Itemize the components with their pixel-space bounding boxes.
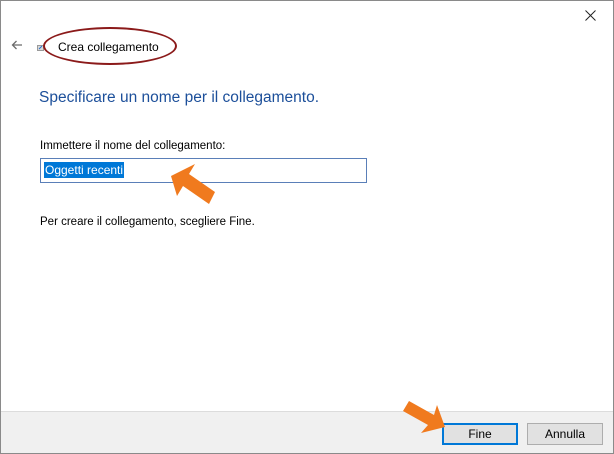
back-arrow-icon [11,40,22,50]
back-button[interactable] [7,35,27,55]
shortcut-name-label: Immettere il nome del collegamento: [40,140,226,152]
shortcut-icon [37,45,44,51]
dialog-footer: Fine Annulla [1,411,613,453]
orange-pointer-arrow-icon [171,164,215,204]
cancel-button[interactable]: Annulla [527,423,603,445]
create-shortcut-dialog: Crea collegamento Specificare un nome pe… [0,0,614,454]
instruction-text: Per creare il collegamento, scegliere Fi… [40,216,255,228]
close-icon [584,9,596,21]
shortcut-name-value: Oggetti recenti [44,162,125,178]
dialog-title: Crea collegamento [58,40,159,54]
finish-button[interactable]: Fine [442,423,518,445]
orange-pointer-arrow-icon [403,401,445,433]
page-heading: Specificare un nome per il collegamento. [39,89,320,106]
close-button[interactable] [575,1,605,29]
